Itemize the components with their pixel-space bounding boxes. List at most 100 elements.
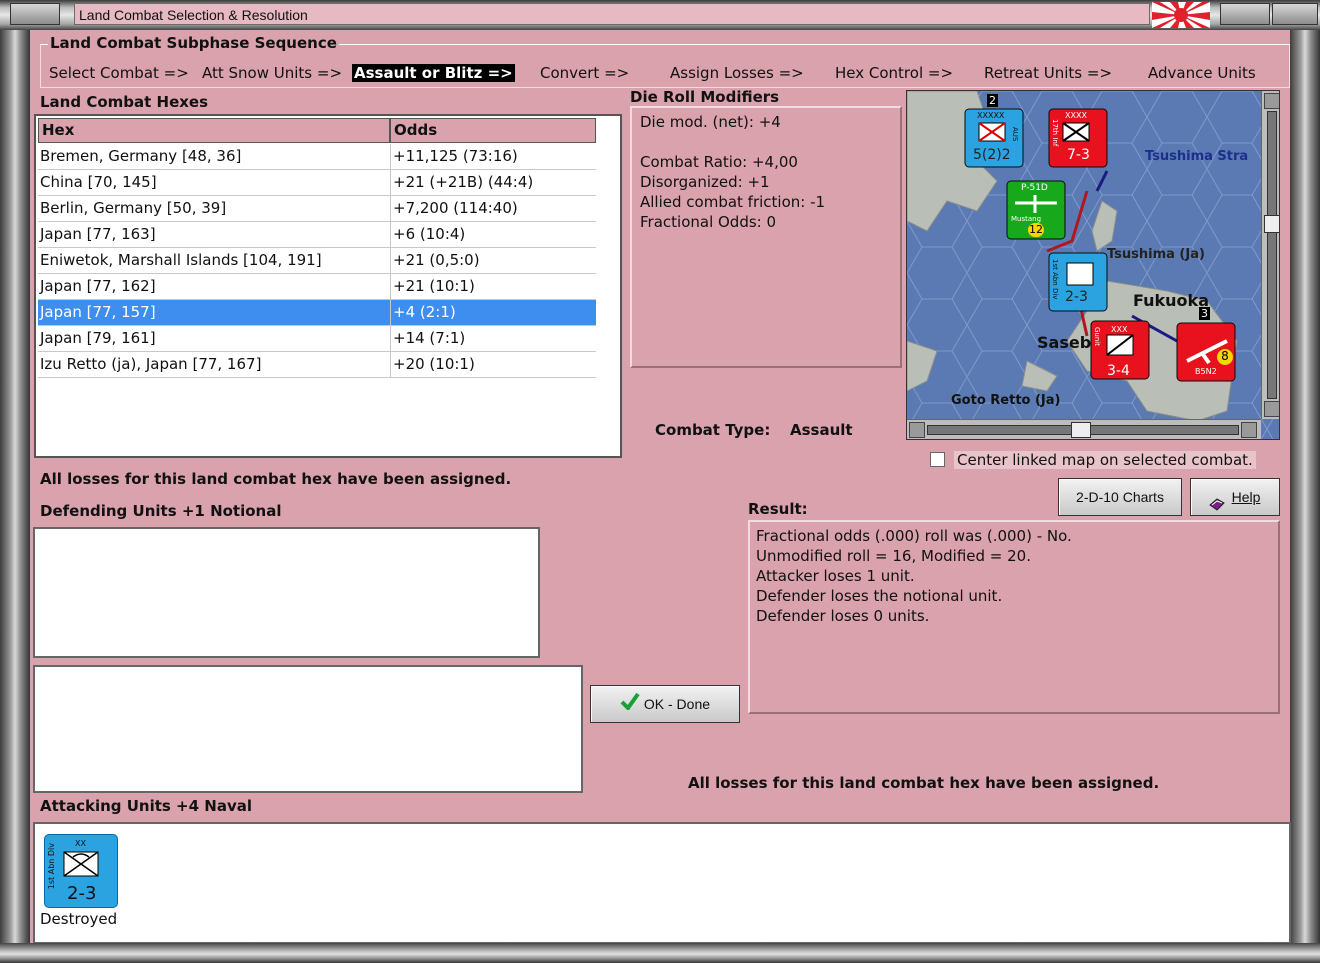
- window-frame-right: [1290, 30, 1320, 963]
- map-horizontal-scrollbar[interactable]: [907, 419, 1261, 439]
- step-att-snow-units: Att Snow Units =>: [202, 64, 343, 82]
- table-row[interactable]: Japan [77, 162] +21 (10:1): [38, 274, 596, 300]
- table-row[interactable]: China [70, 145] +21 (+21B) (44:4): [38, 170, 596, 196]
- attacking-unit-counter[interactable]: XX 1st Abn Div 2-3: [44, 834, 118, 908]
- attacking-title: Attacking Units +4 Naval: [40, 797, 252, 815]
- hex-cell: Berlin, Germany [50, 39]: [40, 199, 227, 217]
- result-line: Defender loses 0 units.: [756, 607, 930, 625]
- hex-cell: Japan [77, 162]: [40, 277, 156, 295]
- scroll-thumb[interactable]: [1071, 422, 1091, 438]
- scroll-up-arrow-icon[interactable]: [1264, 93, 1279, 109]
- map-hex-number: 2: [987, 94, 998, 107]
- odds-cell: +7,200 (114:40): [390, 196, 597, 222]
- map-label-fukuoka: Fukuoka: [1133, 291, 1209, 310]
- map-unit-side: 1st Abn Div: [1051, 259, 1059, 300]
- result-line: Attacker loses 1 unit.: [756, 567, 915, 585]
- step-assign-losses: Assign Losses =>: [670, 64, 804, 82]
- map-unit-value: 7-3: [1067, 147, 1090, 163]
- scroll-down-arrow-icon[interactable]: [1264, 401, 1279, 417]
- odds-cell: +21 (+21B) (44:4): [390, 170, 597, 196]
- hex-cell: Japan [79, 161]: [40, 329, 156, 347]
- hex-cell: Izu Retto (ja), Japan [77, 167]: [40, 355, 262, 373]
- window-frame-left: [0, 30, 30, 963]
- minimize-button[interactable]: [1220, 3, 1270, 25]
- step-select-combat: Select Combat =>: [49, 64, 189, 82]
- unit-size-label: XX: [75, 839, 86, 848]
- ok-done-button[interactable]: OK - Done: [590, 685, 740, 723]
- modifier-line: Fractional Odds: 0: [640, 213, 777, 231]
- table-row[interactable]: Eniwetok, Marshall Islands [104, 191] +2…: [38, 248, 596, 274]
- step-retreat-units: Retreat Units =>: [984, 64, 1113, 82]
- ok-done-label: OK - Done: [643, 696, 711, 712]
- result-line: Unmodified roll = 16, Modified = 20.: [756, 547, 1031, 565]
- map-unit-value: 8: [1217, 349, 1233, 365]
- status-message: All losses for this land combat hex have…: [40, 470, 512, 488]
- modifier-line: [640, 132, 900, 152]
- scroll-thumb[interactable]: [1264, 215, 1279, 233]
- hex-cell: Eniwetok, Marshall Islands [104, 191]: [40, 251, 322, 269]
- center-linked-label[interactable]: Center linked map on selected combat.: [954, 451, 1256, 469]
- window-title: Land Combat Selection & Resolution: [74, 3, 1150, 25]
- column-header-hex[interactable]: Hex: [38, 118, 390, 143]
- odds-cell: +21 (10:1): [390, 274, 597, 300]
- odds-cell: +14 (7:1): [390, 326, 597, 352]
- status-message-lower: All losses for this land combat hex have…: [688, 774, 1160, 792]
- odds-cell: +11,125 (73:16): [390, 144, 597, 170]
- hexes-title: Land Combat Hexes: [40, 93, 209, 111]
- table-row[interactable]: Japan [79, 161] +14 (7:1): [38, 326, 596, 352]
- title-bar: Land Combat Selection & Resolution: [0, 0, 1320, 30]
- map-unit-value: 3-4: [1107, 363, 1130, 379]
- map-unit-side: Gunit: [1093, 327, 1101, 346]
- table-row[interactable]: Izu Retto (ja), Japan [77, 167] +20 (10:…: [38, 352, 596, 378]
- window-frame-bottom: [0, 943, 1320, 963]
- linked-map[interactable]: 5(2)2 XXXXX AUS 7-3 XXXX 17th Inf P-51D …: [906, 90, 1280, 440]
- table-row[interactable]: Bremen, Germany [48, 36] +11,125 (73:16): [38, 144, 596, 170]
- combat-type-value: Assault: [790, 421, 853, 439]
- modifiers-title: Die Roll Modifiers: [630, 88, 780, 106]
- attacking-units-list: [33, 822, 1291, 944]
- map-unit-value: 12: [1028, 223, 1044, 237]
- table-row[interactable]: Berlin, Germany [50, 39] +7,200 (114:40): [38, 196, 596, 222]
- unit-name: 1st Abn Div: [47, 843, 56, 890]
- map-unit-value: 5(2)2: [973, 147, 1011, 163]
- table-row-selected[interactable]: Japan [77, 157] +4 (2:1): [38, 300, 596, 326]
- map-unit-value: 2-3: [1065, 289, 1088, 305]
- airborne-infantry-icon: [63, 851, 99, 877]
- scroll-right-arrow-icon[interactable]: [1241, 422, 1257, 438]
- step-assault-or-blitz: Assault or Blitz =>: [352, 64, 515, 82]
- scroll-left-arrow-icon[interactable]: [909, 422, 925, 438]
- step-hex-control: Hex Control =>: [835, 64, 954, 82]
- map-unit-side: AUS: [1011, 127, 1019, 142]
- unit-status: Destroyed: [40, 910, 118, 928]
- help-button[interactable]: Help: [1190, 478, 1280, 516]
- map-unit-size: XXXXX: [977, 111, 1005, 120]
- defending-units-list: [33, 527, 540, 658]
- step-advance-units: Advance Units: [1148, 64, 1256, 82]
- modifier-line: Allied combat friction: -1: [640, 193, 826, 211]
- table-row[interactable]: Japan [77, 163] +6 (10:4): [38, 222, 596, 248]
- odds-cell: +4 (2:1): [390, 300, 597, 326]
- odds-cell: +21 (0,5:0): [390, 248, 597, 274]
- system-menu-button[interactable]: [10, 3, 60, 25]
- result-line: Defender loses the notional unit.: [756, 587, 1003, 605]
- checkmark-icon: [620, 687, 640, 723]
- map-label-sasebo: Saseb: [1037, 333, 1092, 352]
- step-convert: Convert =>: [540, 64, 630, 82]
- charts-button[interactable]: 2-D-10 Charts: [1058, 478, 1182, 516]
- map-vertical-scrollbar[interactable]: [1261, 91, 1279, 419]
- hex-cell: China [70, 145]: [40, 173, 157, 191]
- map-label-tsushima: Tsushima (Ja): [1107, 247, 1205, 262]
- modifier-line: Disorganized: +1: [640, 173, 770, 191]
- unit-strength: 2-3: [67, 883, 97, 904]
- combat-type-label: Combat Type:: [655, 421, 771, 439]
- defending-units-lower-list: [33, 665, 583, 793]
- center-linked-checkbox[interactable]: [930, 452, 945, 467]
- map-label-tsushima-strait: Tsushima Stra: [1145, 149, 1249, 164]
- help-book-icon: [1209, 489, 1225, 511]
- hex-cell: Japan [77, 157]: [40, 303, 156, 321]
- sequence-title: Land Combat Subphase Sequence: [48, 34, 339, 52]
- map-unit-size: XXXX: [1065, 111, 1087, 120]
- close-button[interactable]: [1272, 3, 1318, 25]
- help-button-label: Help: [1231, 489, 1261, 505]
- column-header-odds[interactable]: Odds: [390, 118, 596, 143]
